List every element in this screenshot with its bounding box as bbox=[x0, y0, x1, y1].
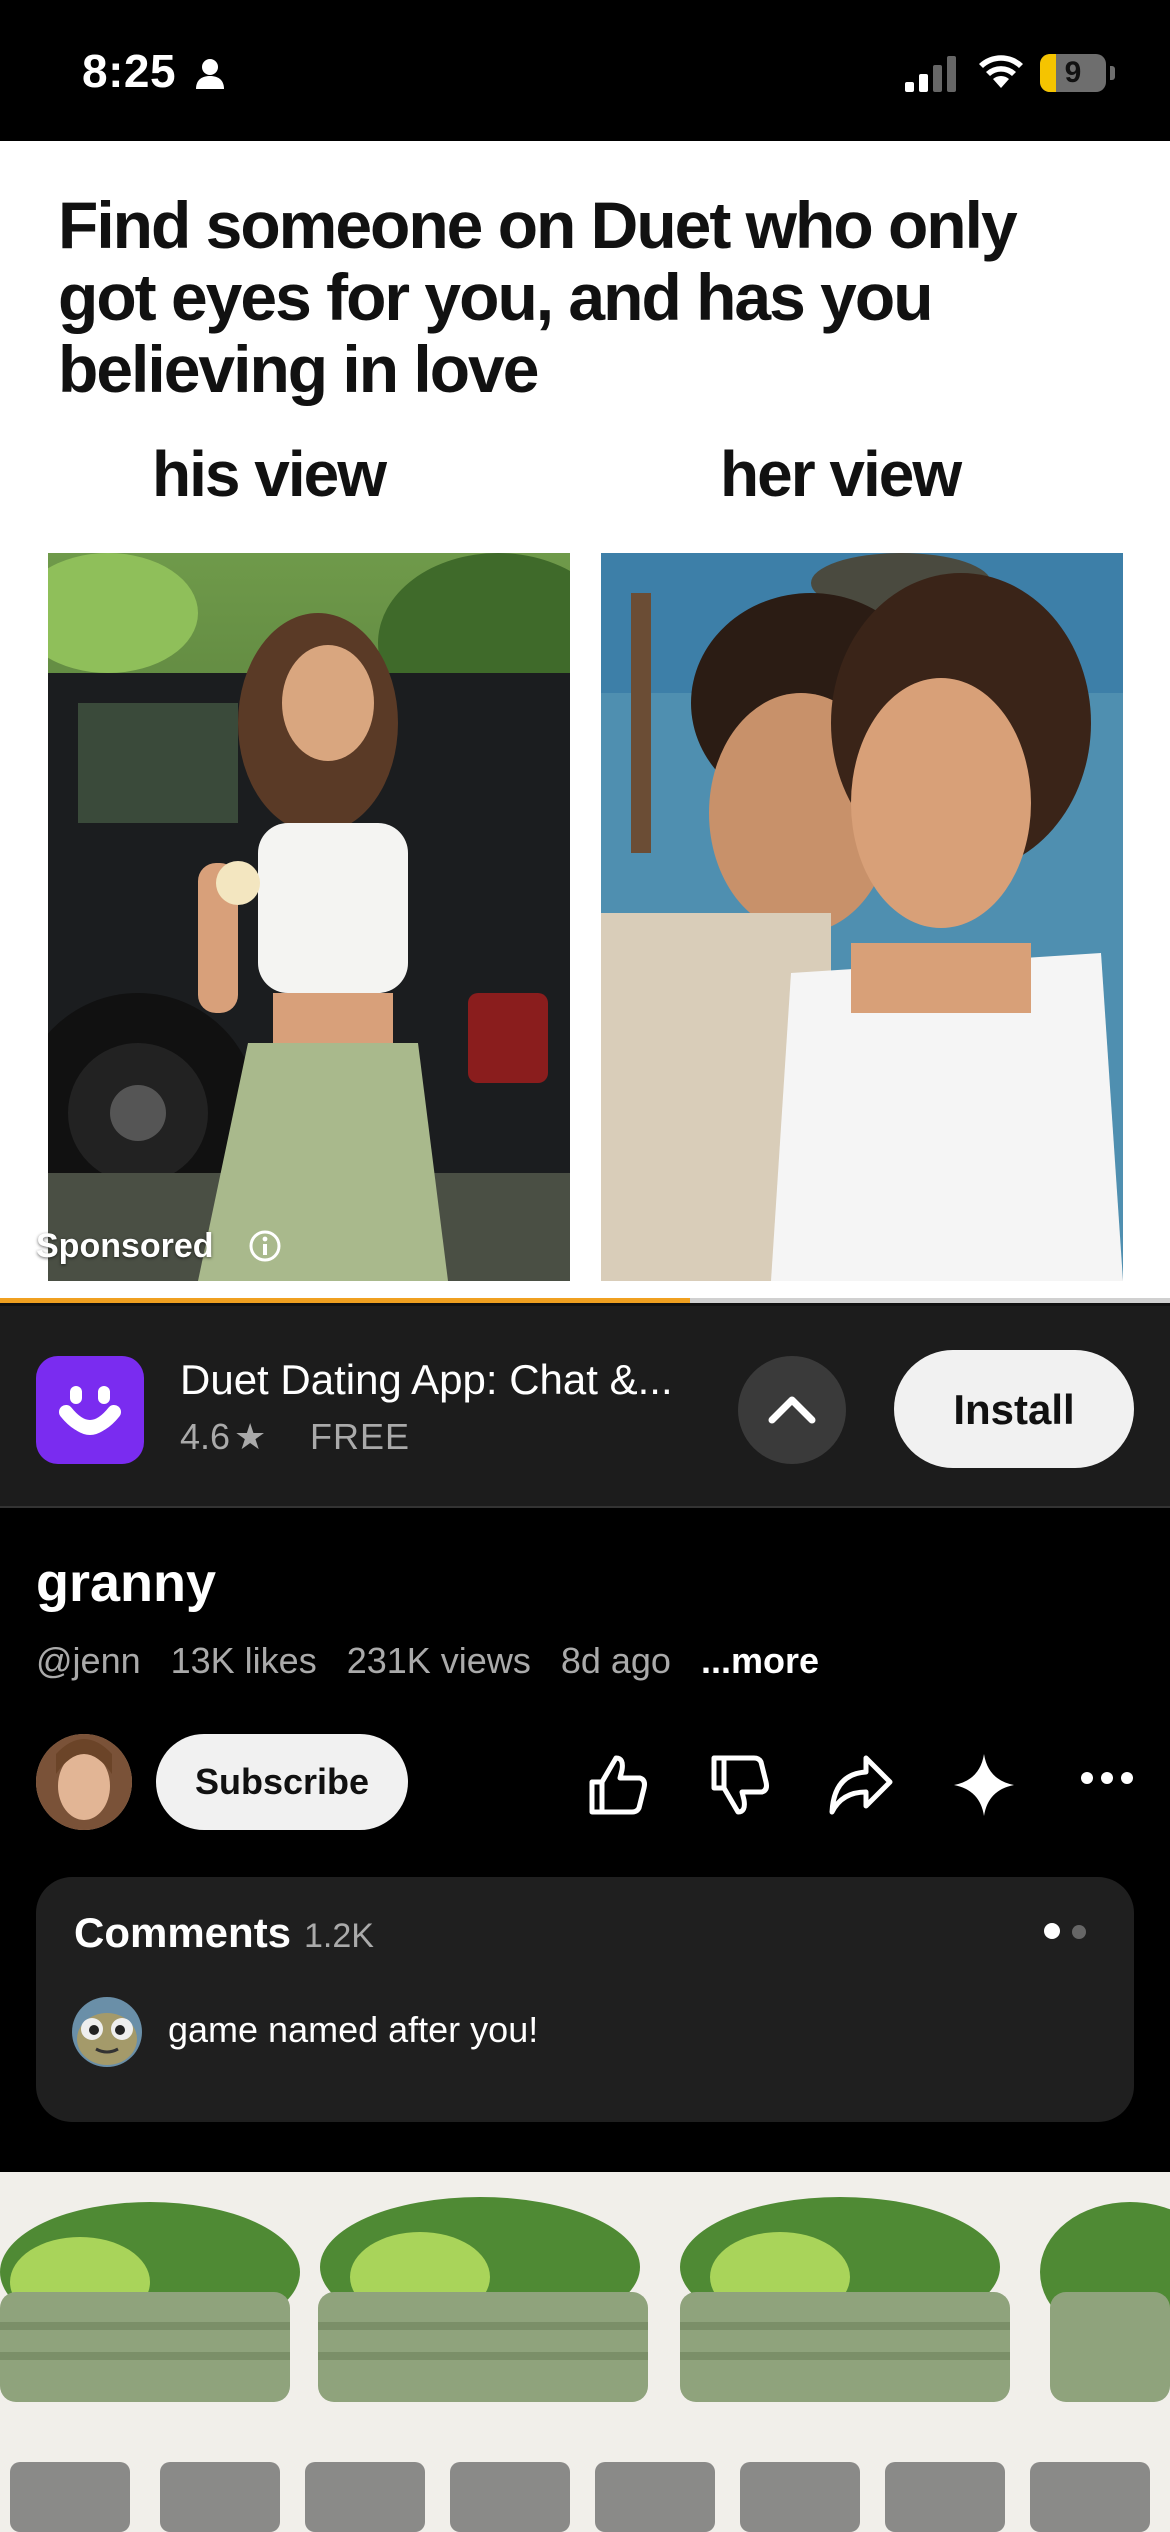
his-view-label: his view bbox=[152, 438, 387, 510]
view-count: 231K views bbox=[346, 1640, 531, 1681]
his-view-photo bbox=[48, 553, 570, 1281]
status-bar: 8:25 9 bbox=[0, 0, 1170, 141]
her-view-photo bbox=[601, 553, 1123, 1281]
upload-age: 8d ago bbox=[560, 1640, 671, 1681]
cellular-signal-icon bbox=[905, 56, 956, 92]
comments-panel[interactable]: Comments 1.2K game named after you! bbox=[36, 1877, 1134, 2122]
ad-headline: Find someone on Duet who only got eyes f… bbox=[58, 188, 1018, 406]
comments-title: Comments bbox=[74, 1909, 292, 1956]
page-dot bbox=[1072, 1925, 1086, 1939]
app-name[interactable]: Duet Dating App: Chat &... bbox=[180, 1356, 673, 1404]
share-icon[interactable] bbox=[826, 1752, 896, 1818]
planter-image bbox=[0, 2172, 1170, 2532]
commenter-avatar bbox=[72, 1997, 142, 2067]
app-rating-value: 4.6 bbox=[180, 1416, 231, 1457]
battery-level: 9 bbox=[1064, 56, 1082, 89]
her-view-label: her view bbox=[720, 438, 962, 510]
battery-tip bbox=[1110, 66, 1115, 80]
subscribe-button[interactable]: Subscribe bbox=[156, 1734, 408, 1830]
dislike-icon[interactable] bbox=[706, 1752, 772, 1818]
person-icon bbox=[196, 59, 224, 89]
app-install-bar[interactable]: Duet Dating App: Chat &... 4.6 ★ FREE Ins… bbox=[0, 1303, 1170, 1508]
page-dot-active bbox=[1044, 1923, 1060, 1939]
like-count: 13K likes bbox=[170, 1640, 317, 1681]
more-icon[interactable] bbox=[1080, 1768, 1134, 1788]
info-icon[interactable] bbox=[248, 1229, 282, 1263]
status-time: 8:25 bbox=[82, 45, 177, 97]
sponsored-label: Sponsored bbox=[36, 1227, 214, 1265]
sponsored-ad[interactable]: Find someone on Duet who only got eyes f… bbox=[0, 141, 1170, 1303]
like-icon[interactable] bbox=[584, 1752, 650, 1818]
battery-icon: 9 bbox=[1040, 54, 1106, 92]
app-price: FREE bbox=[310, 1416, 411, 1457]
video-title[interactable]: granny bbox=[36, 1552, 216, 1614]
more-link[interactable]: ...more bbox=[701, 1640, 819, 1681]
next-video-thumbnail[interactable] bbox=[0, 2172, 1170, 2532]
expand-button[interactable] bbox=[738, 1356, 846, 1464]
top-comment: game named after you! bbox=[168, 2009, 539, 2050]
chevron-up-icon bbox=[768, 1396, 816, 1424]
channel-avatar[interactable] bbox=[36, 1734, 132, 1830]
video-meta[interactable]: @jenn 13K likes 231K views 8d ago ...mor… bbox=[36, 1640, 839, 1682]
install-button[interactable]: Install bbox=[894, 1350, 1134, 1468]
app-rating: 4.6 ★ bbox=[180, 1416, 266, 1458]
star-icon: ★ bbox=[234, 1416, 267, 1457]
channel-handle[interactable]: @jenn bbox=[36, 1640, 141, 1681]
wifi-icon bbox=[979, 55, 1023, 88]
sparkle-icon[interactable] bbox=[952, 1752, 1016, 1818]
comments-count: 1.2K bbox=[304, 1917, 374, 1955]
duet-app-icon[interactable] bbox=[36, 1356, 144, 1464]
